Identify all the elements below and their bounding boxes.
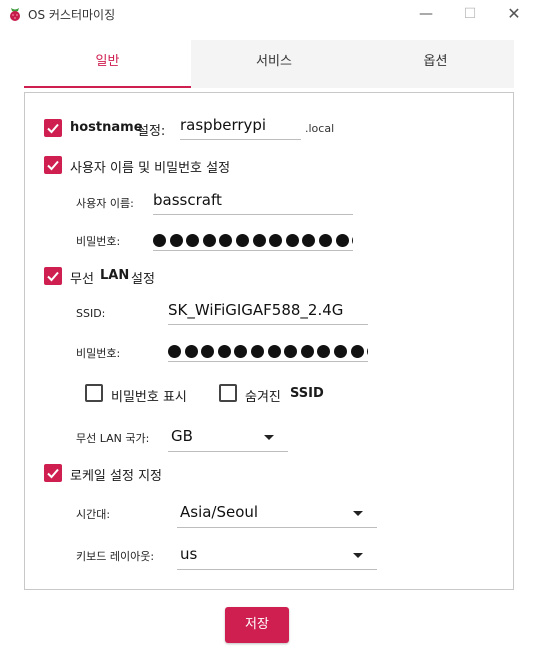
password-mask-dot xyxy=(153,234,166,247)
password-mask-dot xyxy=(252,234,266,247)
timezone-value: Asia/Seoul xyxy=(180,503,259,521)
close-icon[interactable]: ✕ xyxy=(503,4,525,24)
password-mask-dot xyxy=(317,345,331,358)
raspberry-icon xyxy=(10,8,20,21)
tab-bar: 일반 서비스 옵션 xyxy=(24,40,514,88)
checkmark-icon xyxy=(47,160,59,171)
timezone-label: 시간대: xyxy=(76,508,111,521)
hidden-ssid-label-bold: SSID xyxy=(290,386,324,401)
username-label: 사용자 이름: xyxy=(76,197,134,210)
wifi-label-suffix: 설정 xyxy=(131,272,155,287)
wifi-label-bold: LAN xyxy=(100,268,130,283)
keyboard-select[interactable]: us xyxy=(177,542,377,570)
password-mask-dot xyxy=(285,234,299,247)
hostname-label: 설정: xyxy=(137,124,166,139)
chevron-down-icon xyxy=(353,511,363,516)
hostname-input[interactable]: raspberrypi xyxy=(180,114,301,140)
tab-services[interactable]: 서비스 xyxy=(191,40,357,88)
wifi-country-label: 무선 LAN 국가: xyxy=(76,432,150,445)
password-mask-dot xyxy=(186,234,200,247)
chevron-down-icon xyxy=(353,553,363,558)
checkmark-icon xyxy=(47,271,59,282)
title-bar: OS 커스터마이징 — ☐ ✕ xyxy=(0,0,538,30)
password-mask-dot xyxy=(269,234,283,247)
hostname-checkbox[interactable] xyxy=(44,119,62,137)
window-title: OS 커스터마이징 xyxy=(28,8,116,22)
checkmark-icon xyxy=(47,123,59,134)
password-mask-dot xyxy=(217,345,231,358)
wifi-country-select[interactable]: GB xyxy=(168,424,288,452)
user-checkbox[interactable] xyxy=(44,156,62,174)
password-mask-dot xyxy=(201,345,215,358)
password-mask-dot xyxy=(169,234,183,247)
hidden-ssid-checkbox[interactable] xyxy=(219,384,237,402)
show-password-checkbox[interactable] xyxy=(85,384,103,402)
wifi-password-label: 비밀번호: xyxy=(76,347,121,360)
password-mask-dot xyxy=(234,345,248,358)
password-mask-dot xyxy=(184,345,198,358)
password-mask-dot xyxy=(350,345,364,358)
user-password-input[interactable] xyxy=(153,225,353,251)
password-mask-dot xyxy=(235,234,249,247)
password-mask-dot xyxy=(219,234,233,247)
tab-options[interactable]: 옵션 xyxy=(357,40,514,88)
keyboard-value: us xyxy=(180,545,198,563)
wifi-password-input[interactable] xyxy=(168,336,368,362)
ssid-label: SSID: xyxy=(76,307,106,320)
show-password-label: 비밀번호 표시 xyxy=(111,390,187,405)
password-mask-dot xyxy=(302,234,316,247)
maximize-icon[interactable]: ☐ xyxy=(459,4,481,24)
wifi-country-value: GB xyxy=(171,427,193,445)
password-mask-dot xyxy=(367,345,368,358)
password-mask-dot xyxy=(300,345,314,358)
user-label: 사용자 이름 및 비밀번호 설정 xyxy=(70,161,231,176)
checkmark-icon xyxy=(47,468,59,479)
password-mask-dot xyxy=(250,345,264,358)
password-mask-dot xyxy=(284,345,298,358)
save-button[interactable]: 저장 xyxy=(225,607,289,643)
locale-label: 로케일 설정 지정 xyxy=(70,469,162,484)
wifi-label-prefix: 무선 xyxy=(70,272,94,287)
username-input[interactable]: basscraft xyxy=(153,189,353,215)
user-password-label: 비밀번호: xyxy=(76,235,121,248)
minimize-icon[interactable]: — xyxy=(415,4,437,24)
hostname-suffix: .local xyxy=(305,122,335,135)
password-mask-dot xyxy=(352,234,353,247)
password-mask-dot xyxy=(267,345,281,358)
password-mask-dot xyxy=(318,234,332,247)
password-mask-dot xyxy=(335,234,349,247)
chevron-down-icon xyxy=(264,435,274,440)
hidden-ssid-label-prefix: 숨겨진 xyxy=(245,390,281,405)
password-mask-dot xyxy=(202,234,216,247)
locale-checkbox[interactable] xyxy=(44,464,62,482)
hostname-label-bold: hostname xyxy=(70,120,143,135)
timezone-select[interactable]: Asia/Seoul xyxy=(177,500,377,528)
ssid-input[interactable]: SK_WiFiGIGAF588_2.4G xyxy=(168,299,368,325)
wifi-checkbox[interactable] xyxy=(44,267,62,285)
keyboard-label: 키보드 레이아웃: xyxy=(76,550,155,563)
password-mask-dot xyxy=(168,345,181,358)
tab-general[interactable]: 일반 xyxy=(24,40,191,88)
password-mask-dot xyxy=(333,345,347,358)
